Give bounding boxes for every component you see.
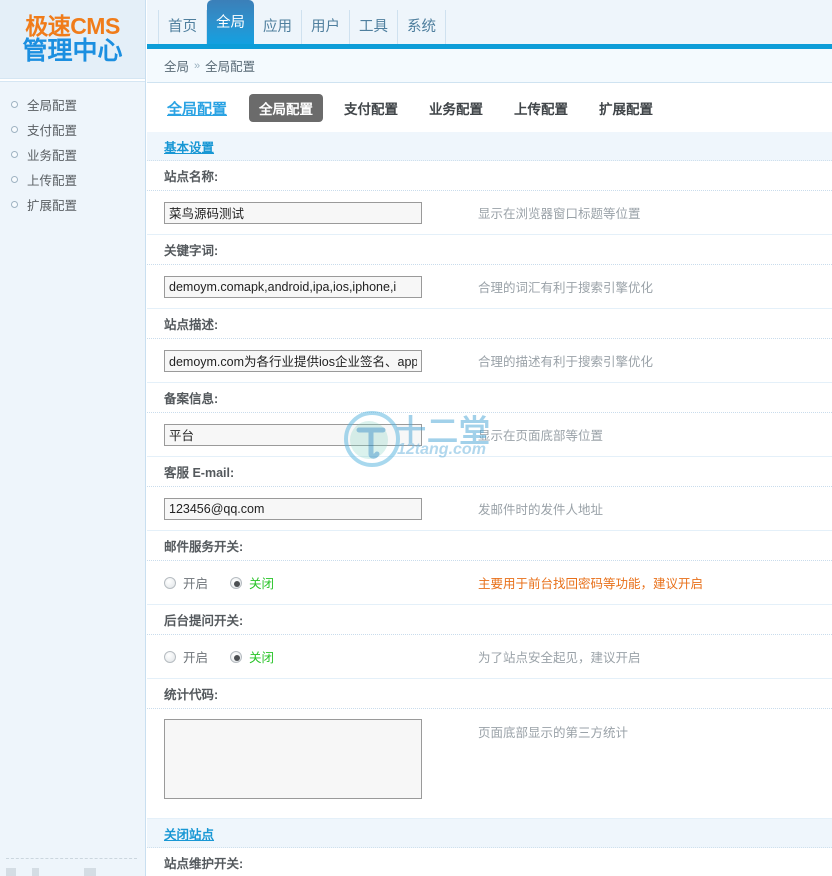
sidebar-footer-fragment: [32, 868, 39, 876]
description-input[interactable]: [164, 350, 422, 372]
label-admin-question-switch: 后台提问开关:: [147, 605, 832, 635]
admin-question-option-on[interactable]: 开启: [164, 647, 208, 666]
radio-icon[interactable]: [164, 651, 176, 663]
hint-description: 合理的描述有利于搜索引擎优化: [478, 351, 653, 370]
radio-label: 开启: [183, 573, 208, 592]
sidebar-item-label: 上传配置: [27, 170, 77, 189]
logo-primary-text: 极速CMS: [25, 14, 120, 38]
label-email: 客服 E-mail:: [147, 457, 832, 487]
breadcrumb-separator-icon: »: [194, 60, 200, 72]
section-title: 基本设置: [164, 137, 214, 156]
sidebar-item-extension-config[interactable]: 扩展配置: [0, 192, 145, 217]
label-mail-switch: 邮件服务开关:: [147, 531, 832, 561]
sidebar-bottom-divider: [6, 858, 137, 859]
tab-upload-config[interactable]: 上传配置: [504, 94, 578, 122]
section-title: 关闭站点: [164, 824, 214, 843]
label-keywords: 关键字词:: [147, 235, 832, 265]
row-description: 合理的描述有利于搜索引擎优化: [147, 339, 832, 383]
row-stat-code: 页面底部显示的第三方统计: [147, 709, 832, 819]
breadcrumb: 全局 » 全局配置: [147, 49, 832, 83]
admin-question-radio-group: 开启 关闭: [164, 647, 422, 666]
hint-email: 发邮件时的发件人地址: [478, 499, 603, 518]
bullet-icon: [11, 151, 18, 158]
sidebar-item-upload-config[interactable]: 上传配置: [0, 167, 145, 192]
sidebar-footer-fragment: [6, 868, 16, 876]
hint-keywords: 合理的词汇有利于搜索引擎优化: [478, 277, 653, 296]
bullet-icon: [11, 101, 18, 108]
radio-icon[interactable]: [230, 577, 242, 589]
stat-code-textarea[interactable]: [164, 719, 422, 799]
section-header-basic: 基本设置: [147, 132, 832, 161]
breadcrumb-current: 全局配置: [205, 56, 255, 75]
top-navigation: 首页 全局 应用 用户 工具 系统: [147, 0, 832, 44]
mail-switch-option-off[interactable]: 关闭: [230, 573, 274, 592]
sidebar-footer-fragment: [84, 868, 96, 876]
section-header-close-site: 关闭站点: [147, 819, 832, 848]
label-stat-code: 统计代码:: [147, 679, 832, 709]
sidebar-item-label: 全局配置: [27, 95, 77, 114]
breadcrumb-root[interactable]: 全局: [164, 56, 189, 75]
sidebar-item-label: 业务配置: [27, 145, 77, 164]
admin-question-option-off[interactable]: 关闭: [230, 647, 274, 666]
mail-switch-radio-group: 开启 关闭: [164, 573, 422, 592]
keywords-input[interactable]: [164, 276, 422, 298]
nav-tab-tools[interactable]: 工具: [350, 10, 398, 44]
hint-icp: 显示在页面底部等位置: [478, 425, 603, 444]
hint-site-name: 显示在浏览器窗口标题等位置: [478, 203, 641, 222]
label-maintenance-switch: 站点维护开关:: [147, 848, 832, 876]
sidebar-item-label: 支付配置: [27, 120, 77, 139]
sidebar-item-business-config[interactable]: 业务配置: [0, 142, 145, 167]
nav-tab-global[interactable]: 全局: [207, 0, 254, 44]
bullet-icon: [11, 126, 18, 133]
radio-label: 关闭: [249, 573, 274, 592]
tab-global-config[interactable]: 全局配置: [249, 94, 323, 122]
radio-icon[interactable]: [164, 577, 176, 589]
email-input[interactable]: [164, 498, 422, 520]
logo-secondary-text: 管理中心: [22, 38, 122, 64]
label-description: 站点描述:: [147, 309, 832, 339]
page-title: 全局配置: [167, 98, 227, 119]
nav-tab-users[interactable]: 用户: [302, 10, 350, 44]
sidebar-item-payment-config[interactable]: 支付配置: [0, 117, 145, 142]
mail-switch-option-on[interactable]: 开启: [164, 573, 208, 592]
icp-input[interactable]: [164, 424, 422, 446]
sidebar-nav: 全局配置 支付配置 业务配置 上传配置 扩展配置: [0, 82, 145, 217]
tab-extension-config[interactable]: 扩展配置: [589, 94, 663, 122]
admin-page: 极速CMS 管理中心 全局配置 支付配置 业务配置 上传配置: [0, 0, 832, 876]
sidebar-item-label: 扩展配置: [27, 195, 77, 214]
nav-tab-system[interactable]: 系统: [398, 10, 446, 44]
nav-tab-home[interactable]: 首页: [158, 10, 207, 44]
logo[interactable]: 极速CMS 管理中心: [0, 0, 145, 78]
bullet-icon: [11, 176, 18, 183]
tab-payment-config[interactable]: 支付配置: [334, 94, 408, 122]
row-email: 发邮件时的发件人地址: [147, 487, 832, 531]
sidebar-item-global-config[interactable]: 全局配置: [0, 92, 145, 117]
row-keywords: 合理的词汇有利于搜索引擎优化: [147, 265, 832, 309]
radio-icon[interactable]: [230, 651, 242, 663]
label-icp: 备案信息:: [147, 383, 832, 413]
main-content: 全局配置 全局配置 支付配置 业务配置 上传配置 扩展配置 基本设置 站点名称:…: [147, 84, 832, 876]
nav-tab-apps[interactable]: 应用: [254, 10, 302, 44]
content-tab-strip: 全局配置 全局配置 支付配置 业务配置 上传配置 扩展配置: [147, 84, 832, 132]
tab-business-config[interactable]: 业务配置: [419, 94, 493, 122]
row-site-name: 显示在浏览器窗口标题等位置: [147, 191, 832, 235]
row-admin-question-switch: 开启 关闭 为了站点安全起见，建议开启: [147, 635, 832, 679]
row-icp: 显示在页面底部等位置: [147, 413, 832, 457]
radio-label: 开启: [183, 647, 208, 666]
bullet-icon: [11, 201, 18, 208]
radio-label: 关闭: [249, 647, 274, 666]
site-name-input[interactable]: [164, 202, 422, 224]
row-mail-switch: 开启 关闭 主要用于前台找回密码等功能，建议开启: [147, 561, 832, 605]
hint-mail-switch: 主要用于前台找回密码等功能，建议开启: [478, 573, 703, 592]
sidebar: 极速CMS 管理中心 全局配置 支付配置 业务配置 上传配置: [0, 0, 146, 876]
hint-admin-question-switch: 为了站点安全起见，建议开启: [478, 647, 641, 666]
label-site-name: 站点名称:: [147, 161, 832, 191]
hint-stat-code: 页面底部显示的第三方统计: [478, 722, 628, 741]
